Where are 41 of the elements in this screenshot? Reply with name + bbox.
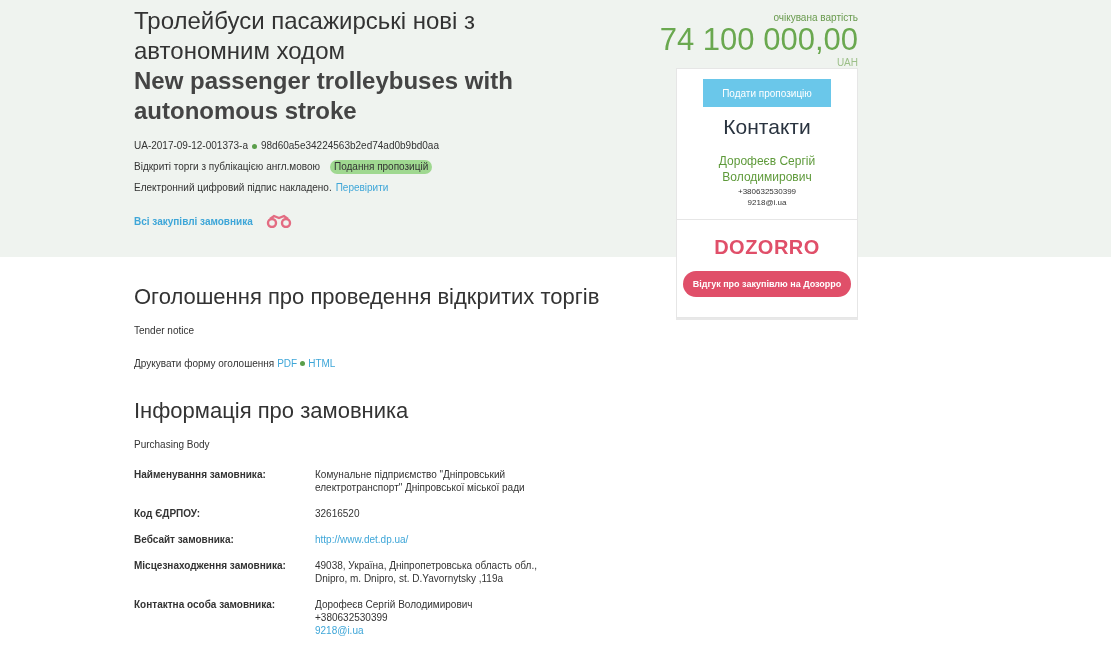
tender-id: UA-2017-09-12-001373-a bbox=[134, 140, 248, 152]
currency: UAH bbox=[836, 57, 858, 68]
field-value: +380632530399 bbox=[315, 611, 388, 624]
field-label: Місцезнаходження замовника: bbox=[134, 559, 287, 573]
section-subtitle: Purchasing Body bbox=[134, 439, 211, 450]
signature-text: Електронний цифровий підпис накладено. bbox=[134, 182, 332, 194]
binoculars-icon bbox=[264, 214, 293, 228]
field-value: Дорофеєв Сергій Володимирович bbox=[315, 598, 473, 611]
tender-hash: 98d60a5e34224563b2ed74ad0b9bd0aa bbox=[260, 140, 439, 152]
contacts-title: Контакти bbox=[723, 115, 811, 139]
tender-title: Тролейбуси пасажирські нові з автономним ходом bbox=[134, 6, 477, 66]
all-purchases-link[interactable]: Всі закупівлі замовника bbox=[134, 215, 253, 227]
submit-proposal-button[interactable]: Подати пропозицію bbox=[703, 79, 831, 107]
price-amount: 74 100 000,00 bbox=[659, 23, 858, 57]
price-label: очікувана вартість bbox=[773, 12, 858, 23]
dozorro-logo: DOZORRO bbox=[714, 236, 820, 259]
html-link[interactable]: HTML bbox=[308, 358, 336, 369]
verify-link[interactable]: Перевірити bbox=[335, 182, 389, 194]
section-title: Оголошення про проведення відкритих торгів bbox=[134, 283, 600, 311]
status-badge: Подання пропозицій bbox=[329, 160, 433, 174]
dot-icon bbox=[300, 361, 306, 366]
field-value: Комунальне підприємство "Дніпровський електротранспорт" Дніпровської міської ради bbox=[315, 468, 526, 494]
field-label: Найменування замовника: bbox=[134, 468, 267, 482]
print-label: Друкувати форму оголошення bbox=[134, 358, 275, 369]
field-link[interactable]: 9218@i.ua bbox=[315, 624, 364, 637]
field-value: 49038, Україна, Дніпропетровська область обл., Dnipro, m. Dnipro, st. D.Yavornytsky ,119a bbox=[315, 559, 538, 585]
contact-phone: +380632530399 bbox=[737, 187, 797, 196]
field-label: Контактна особа замовника: bbox=[134, 598, 277, 612]
dozorro-feedback-button[interactable]: Відгук про закупівлю на Дозорро bbox=[682, 271, 852, 297]
dot-icon bbox=[251, 143, 257, 149]
contact-email: 9218@i.ua bbox=[747, 198, 787, 207]
field-label: Вебсайт замовника: bbox=[134, 533, 235, 546]
procedure-type: Відкриті торги з публікацією англ.мовою bbox=[134, 161, 320, 173]
field-label: Код ЄДРПОУ: bbox=[134, 507, 202, 520]
section-subtitle: Tender notice bbox=[134, 325, 196, 336]
field-value: 32616520 bbox=[315, 507, 360, 520]
pdf-link[interactable]: PDF bbox=[277, 358, 298, 369]
section-title: Інформація про замовника bbox=[134, 397, 409, 425]
tender-title-english: New passenger trolleybuses with autonomous stroke bbox=[134, 66, 514, 126]
field-link[interactable]: http://www.det.dp.ua/ bbox=[315, 533, 409, 546]
contact-name: Дорофеєв Сергій Володимирович bbox=[717, 153, 817, 185]
